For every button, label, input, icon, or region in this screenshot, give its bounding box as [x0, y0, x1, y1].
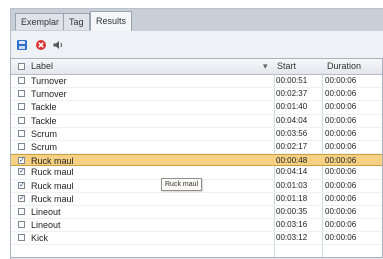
row-label: Turnover: [31, 89, 67, 100]
table-row[interactable]: Tackle 00:04:04 00:00:06: [11, 115, 382, 128]
table-row[interactable]: Kick 00:03:12 00:00:06: [11, 232, 382, 246]
table-body: Turnover 00:00:51 00:00:06 Turnover 00:02:37…: [11, 75, 382, 246]
row-duration: 00:00:06: [325, 141, 357, 151]
row-duration: 00:00:06: [325, 102, 357, 112]
tooltip: Ruck maul: [161, 178, 203, 191]
row-duration: 00:00:06: [325, 180, 357, 190]
save-icon: [17, 40, 27, 50]
table-row[interactable]: Lineout 00:03:16 00:00:06: [11, 219, 382, 233]
row-start: 00:03:56: [276, 128, 308, 138]
row-start: 00:04:04: [276, 115, 308, 125]
row-start: 00:04:14: [276, 167, 308, 177]
tab-tag[interactable]: Tag: [63, 13, 90, 30]
row-start: 00:03:12: [276, 233, 308, 243]
row-label: Tackle: [31, 115, 57, 126]
row-duration: 00:00:06: [325, 128, 357, 138]
row-duration: 00:00:06: [325, 220, 357, 230]
row-duration: 00:00:06: [325, 206, 357, 216]
column-header-start[interactable]: Start: [277, 59, 296, 74]
row-duration: 00:00:06: [325, 167, 357, 177]
table-row[interactable]: ✓ Ruck maul 00:00:48 00:00:06: [11, 154, 382, 167]
row-checkbox[interactable]: ✓: [18, 157, 25, 165]
row-start: 00:02:17: [276, 141, 308, 151]
results-table: Label ▾ Start Duration Turnover 00:00:51 0…: [10, 58, 383, 258]
row-checkbox[interactable]: [18, 103, 25, 111]
row-start: 00:00:48: [276, 156, 308, 166]
row-duration: 00:00:06: [325, 76, 357, 85]
row-duration: 00:00:06: [325, 193, 357, 203]
table-row[interactable]: Scrum 00:03:56 00:00:06: [11, 128, 382, 141]
table-row[interactable]: Scrum 00:02:17 00:00:06: [11, 141, 382, 155]
table-row[interactable]: Tackle 00:01:40 00:00:06: [11, 101, 382, 115]
row-checkbox[interactable]: [18, 129, 25, 137]
row-start: 00:01:40: [276, 102, 308, 112]
row-label: Lineout: [31, 220, 61, 231]
row-checkbox[interactable]: [18, 142, 25, 150]
toolbar: [11, 31, 383, 60]
row-duration: 00:00:06: [325, 156, 357, 166]
tab-results[interactable]: Results: [90, 11, 133, 31]
row-checkbox[interactable]: [18, 207, 25, 215]
cancel-button[interactable]: [34, 38, 48, 52]
row-checkbox[interactable]: ✓: [18, 194, 25, 202]
row-duration: 00:00:06: [325, 115, 357, 125]
row-label: Ruck maul: [31, 180, 74, 191]
row-duration: 00:00:06: [325, 89, 357, 99]
row-start: 00:02:37: [276, 89, 308, 99]
row-label: Turnover: [31, 76, 67, 86]
row-duration: 00:00:06: [325, 233, 357, 243]
sound-button[interactable]: [51, 38, 65, 52]
table-row[interactable]: Lineout 00:00:35 00:00:06: [11, 206, 382, 220]
row-checkbox[interactable]: [18, 221, 25, 229]
row-start: 00:00:51: [276, 76, 308, 85]
row-label: Scrum: [31, 128, 58, 139]
row-label: Ruck maul: [31, 193, 74, 204]
sort-indicator-icon: ▾: [263, 61, 268, 71]
column-header-label[interactable]: Label: [31, 59, 53, 74]
save-button[interactable]: [15, 38, 29, 52]
tab-strip: Exemplar Tag Results: [11, 9, 383, 31]
row-checkbox[interactable]: [18, 234, 25, 242]
cancel-icon: [36, 40, 46, 50]
row-checkbox[interactable]: [18, 77, 25, 84]
row-checkbox[interactable]: ✓: [18, 181, 25, 189]
row-label: Scrum: [31, 141, 58, 152]
select-all-checkbox[interactable]: [18, 63, 25, 70]
row-label: Lineout: [31, 206, 61, 217]
table-row[interactable]: Turnover 00:02:37 00:00:06: [11, 88, 382, 102]
table-row[interactable]: Turnover 00:00:51 00:00:06: [11, 75, 382, 89]
row-start: 00:03:16: [276, 220, 308, 230]
row-label: Ruck maul: [31, 167, 74, 178]
row-checkbox[interactable]: [18, 116, 25, 124]
column-header-duration[interactable]: Duration: [327, 59, 361, 74]
row-label: Tackle: [31, 102, 57, 113]
row-start: 00:01:18: [276, 193, 308, 203]
table-row[interactable]: ✓ Ruck maul 00:01:18 00:00:06: [11, 193, 382, 206]
row-start: 00:01:03: [276, 180, 308, 190]
row-start: 00:00:35: [276, 206, 308, 216]
row-label: Kick: [31, 233, 49, 244]
row-label: Ruck maul: [31, 156, 74, 167]
table-header: Label ▾ Start Duration: [11, 59, 382, 75]
row-checkbox[interactable]: ✓: [18, 168, 25, 176]
sound-icon: [53, 41, 63, 49]
tab-exemplar[interactable]: Exemplar: [15, 13, 66, 30]
row-checkbox[interactable]: [18, 90, 25, 98]
